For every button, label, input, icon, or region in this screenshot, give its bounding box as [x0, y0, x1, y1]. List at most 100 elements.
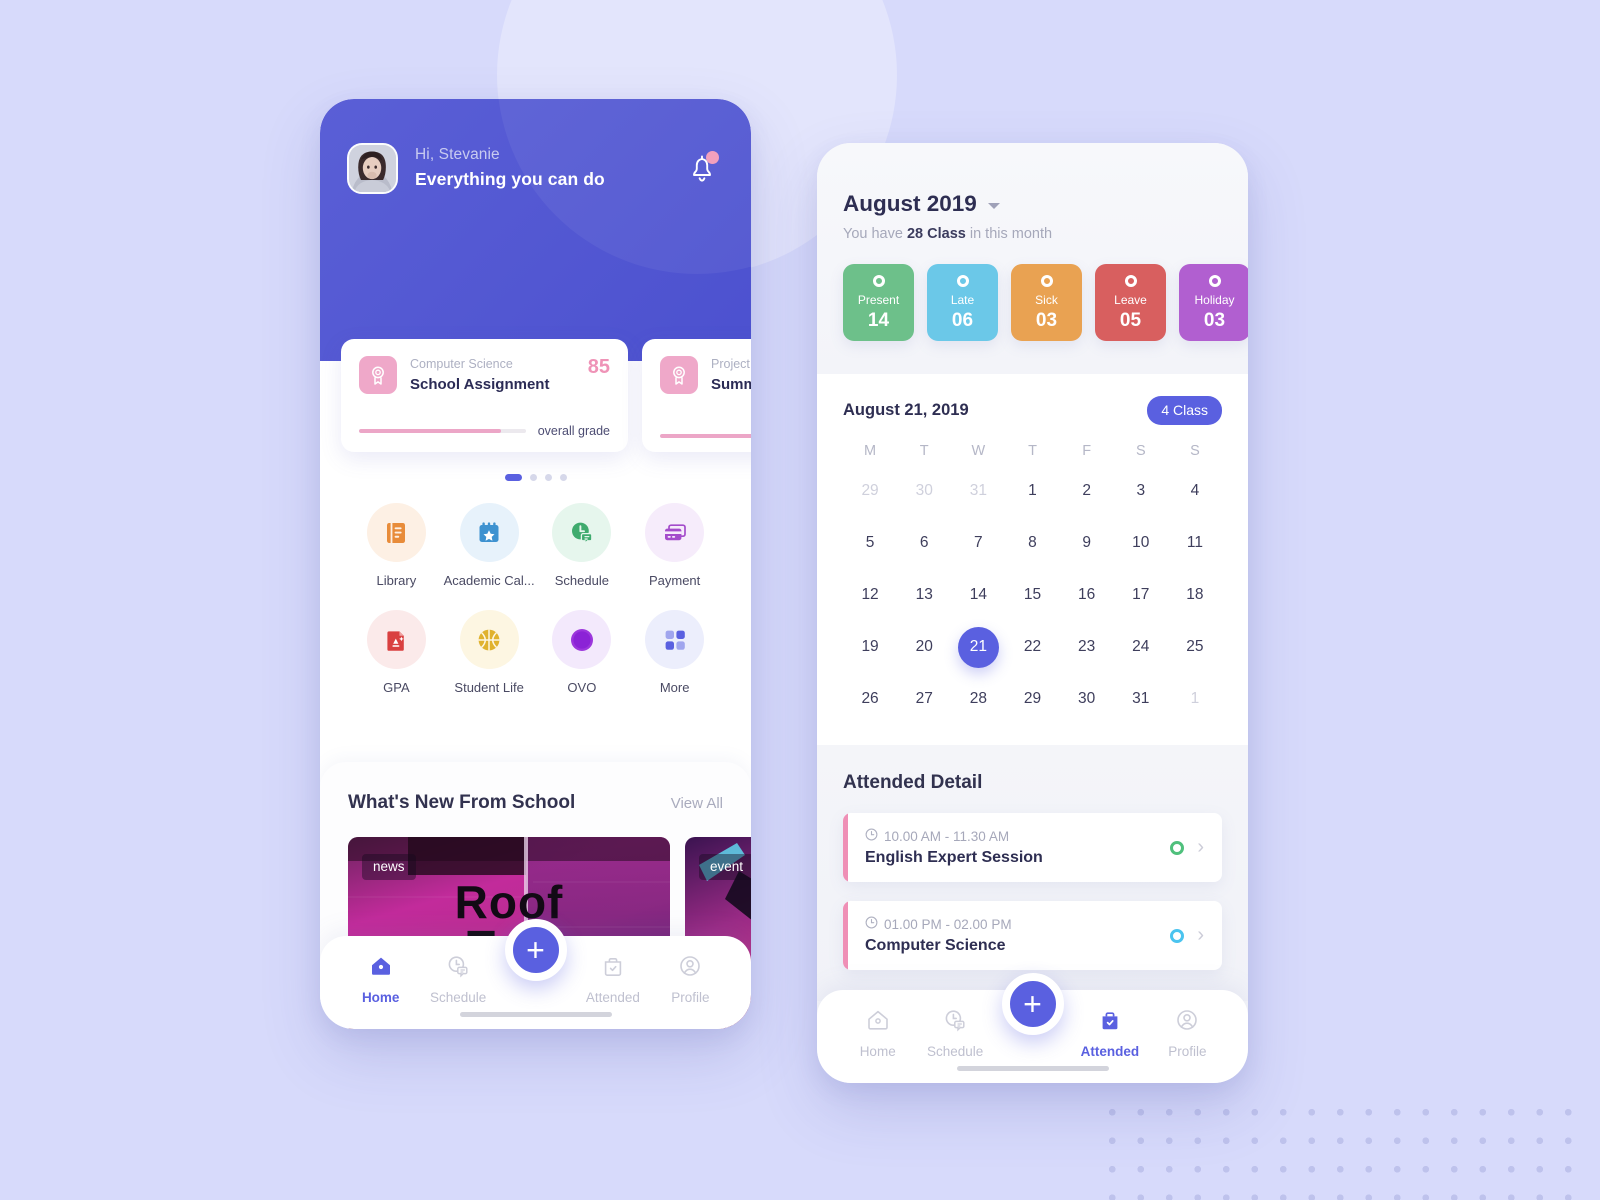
person-circle-icon [1175, 1008, 1199, 1037]
grid-squares-icon [645, 610, 705, 669]
stat-sick[interactable]: Sick 03 [1011, 264, 1082, 341]
carousel-dot-active[interactable] [504, 474, 522, 481]
tab-label: Home [361, 990, 400, 1005]
grade-card[interactable]: Project Class Summary [642, 339, 751, 452]
greeting-tagline: Everything you can do [415, 169, 605, 190]
view-all-link[interactable]: View All [671, 795, 723, 812]
calendar-day[interactable]: 19 [843, 621, 897, 673]
attended-list-item[interactable]: 01.00 PM - 02.00 PM Computer Science › [843, 901, 1222, 970]
calendar-day[interactable]: 20 [897, 621, 951, 673]
calendar-day[interactable]: 26 [843, 673, 897, 725]
menu-item-ovo[interactable]: OVO [536, 610, 629, 695]
attended-list-item[interactable]: 10.00 AM - 11.30 AM English Expert Sessi… [843, 813, 1222, 882]
calendar-day[interactable]: 25 [1168, 621, 1222, 673]
class-count-badge: 4 Class [1147, 396, 1222, 425]
calendar-day[interactable]: 1 [1005, 465, 1059, 517]
stat-label: Leave [1114, 293, 1147, 307]
tab-attended[interactable]: Attended [1071, 1008, 1148, 1059]
calendar-day[interactable]: 6 [897, 517, 951, 569]
calendar-day[interactable]: 27 [897, 673, 951, 725]
avatar[interactable] [347, 143, 398, 194]
status-ring-icon [1170, 928, 1185, 943]
home-indicator [459, 1012, 612, 1017]
calendar-day[interactable]: 1 [1168, 673, 1222, 725]
calendar-day[interactable]: 18 [1168, 569, 1222, 621]
tab-schedule[interactable]: Schedule [916, 1008, 993, 1059]
calendar-day-selected[interactable]: 21 [951, 621, 1005, 673]
home-icon [866, 1008, 890, 1037]
calendar-day[interactable]: 30 [897, 465, 951, 517]
menu-item-student-life[interactable]: Student Life [443, 610, 536, 695]
calendar-day[interactable]: 17 [1114, 569, 1168, 621]
attended-item-time: 10.00 AM - 11.30 AM [884, 828, 1010, 844]
calendar-day[interactable]: 14 [951, 569, 1005, 621]
stat-late[interactable]: Late 06 [927, 264, 998, 341]
calendar-day[interactable]: 13 [897, 569, 951, 621]
menu-item-library[interactable]: Library [350, 503, 443, 588]
calendar-day[interactable]: 24 [1114, 621, 1168, 673]
menu-item-payment[interactable]: Payment [628, 503, 721, 588]
greeting-block: Hi, Stevanie Everything you can do [415, 145, 685, 192]
tab-profile[interactable]: Profile [1149, 1008, 1226, 1059]
calendar-day[interactable]: 3 [1114, 465, 1168, 517]
calendar-day[interactable]: 16 [1060, 569, 1114, 621]
tab-schedule[interactable]: Schedule [419, 954, 496, 1005]
calendar-day[interactable]: 5 [843, 517, 897, 569]
calendar-day[interactable]: 23 [1060, 621, 1114, 673]
tab-attended[interactable]: Attended [574, 954, 651, 1005]
calendar-grid[interactable]: M T W T F S S 29 30 31 1 2 3 4 5 6 7 8 9… [843, 443, 1222, 725]
grade-card-title: Summary [711, 375, 751, 393]
calendar-day[interactable]: 22 [1005, 621, 1059, 673]
calendar-day[interactable]: 8 [1005, 517, 1059, 569]
menu-item-gpa[interactable]: GPA [350, 610, 443, 695]
menu-item-academic-calendar[interactable]: Academic Cal... [443, 503, 536, 588]
stat-leave[interactable]: Leave 05 [1095, 264, 1166, 341]
carousel-dot[interactable] [529, 474, 537, 481]
calendar-day[interactable]: 30 [1060, 673, 1114, 725]
calendar-day[interactable]: 2 [1060, 465, 1114, 517]
calendar-panel: August 21, 2019 4 Class M T W T F S S 29… [817, 374, 1248, 745]
summary-suffix: in this month [965, 226, 1053, 242]
calendar-day[interactable]: 31 [951, 465, 1005, 517]
quick-menu-grid: Library Academic Cal... Schedule Payment… [320, 503, 751, 695]
tab-home[interactable]: Home [342, 954, 419, 1005]
tab-profile[interactable]: Profile [652, 954, 729, 1005]
calendar-day[interactable]: 29 [843, 465, 897, 517]
tab-label: Profile [671, 990, 710, 1005]
stat-value: 05 [1119, 310, 1142, 331]
chevron-down-icon[interactable] [987, 203, 1000, 209]
tab-home[interactable]: Home [839, 1008, 916, 1059]
stat-present[interactable]: Present 14 [843, 264, 914, 341]
stat-holiday[interactable]: Holiday 03 [1179, 264, 1248, 341]
grade-card[interactable]: Computer Science School Assignment 85 ov… [341, 339, 628, 452]
carousel-dot[interactable] [544, 474, 552, 481]
chevron-right-icon[interactable]: › [1197, 836, 1204, 859]
month-selector[interactable]: August 2019 [843, 191, 1222, 217]
add-button[interactable]: + [1001, 973, 1064, 1035]
calendar-day[interactable]: 9 [1060, 517, 1114, 569]
carousel-dot[interactable] [559, 474, 567, 481]
grade-cards-carousel[interactable]: Computer Science School Assignment 85 ov… [320, 339, 751, 452]
calendar-day[interactable]: 11 [1168, 517, 1222, 569]
news-card-tag: news [362, 854, 416, 880]
calendar-day[interactable]: 4 [1168, 465, 1222, 517]
calendar-day[interactable]: 12 [843, 569, 897, 621]
menu-item-more[interactable]: More [628, 610, 721, 695]
calendar-day[interactable]: 10 [1114, 517, 1168, 569]
calendar-day[interactable]: 7 [951, 517, 1005, 569]
calendar-day[interactable]: 29 [1005, 673, 1059, 725]
calendar-day-selected-label: 21 [957, 626, 999, 668]
add-button[interactable]: + [504, 919, 567, 981]
calendar-day[interactable]: 28 [951, 673, 1005, 725]
chevron-right-icon[interactable]: › [1197, 924, 1204, 947]
summary-prefix: You have [843, 226, 907, 242]
grade-progress-bar [660, 433, 751, 438]
menu-item-schedule[interactable]: Schedule [536, 503, 629, 588]
carousel-dots[interactable] [320, 474, 751, 481]
calendar-day[interactable]: 31 [1114, 673, 1168, 725]
award-badge-icon [660, 356, 698, 394]
month-title: August 2019 [843, 191, 977, 216]
bell-icon[interactable] [685, 150, 719, 187]
weekday-header: T [1028, 443, 1037, 459]
calendar-day[interactable]: 15 [1005, 569, 1059, 621]
